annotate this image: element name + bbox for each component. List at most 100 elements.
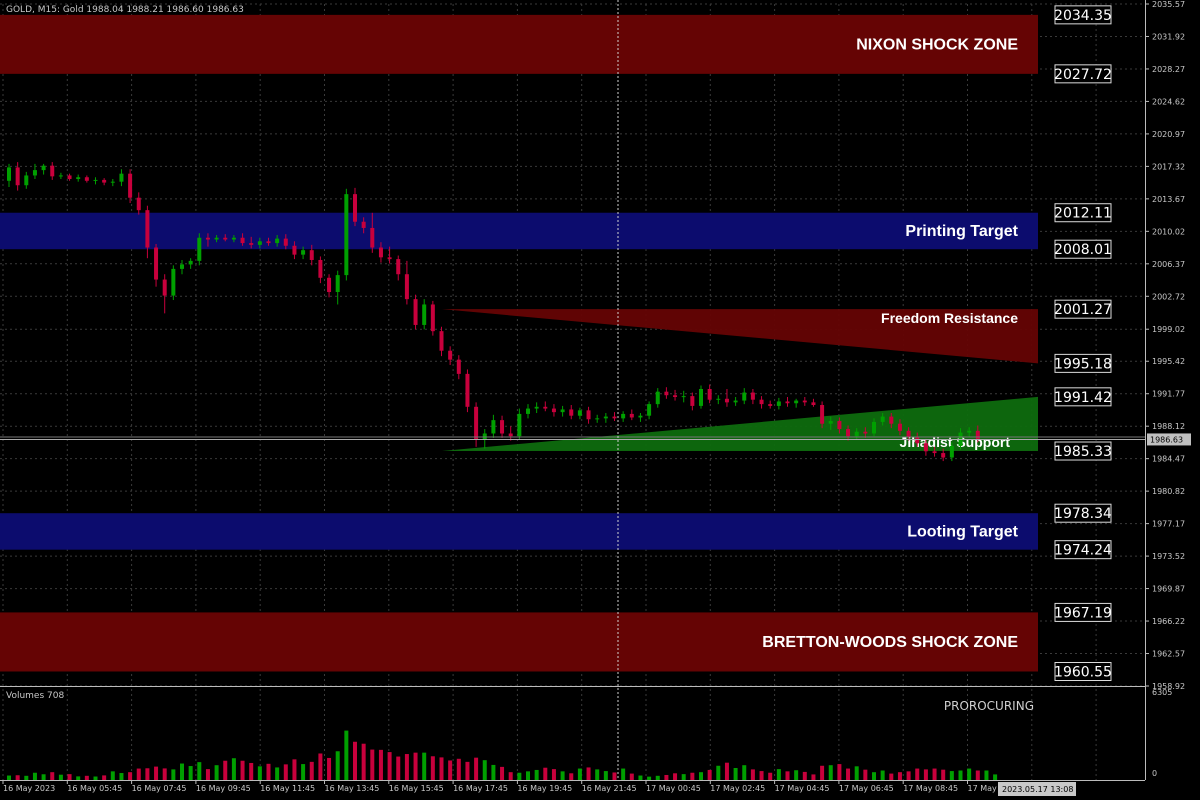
volume-bar [837,764,842,780]
volume-bar [482,760,487,780]
zone-label-bretton: BRETTON-WOODS SHOCK ZONE [762,634,1018,651]
candle-body [491,420,496,434]
candle-body [145,210,150,248]
y-tick-label: 2017.32 [1152,162,1185,171]
candle-body [595,418,600,420]
volume-bar [76,776,81,780]
candle-body [188,260,193,265]
volume-bar [180,763,184,780]
volume-bar [508,772,513,780]
volume-bar [932,768,937,780]
candle-body [50,165,55,177]
level-label-text: 2034.35 [1054,8,1112,24]
candle-body [673,395,678,398]
volume-bar [214,765,219,780]
volume-bar [638,775,643,780]
x-tick-label: 16 May 05:45 [67,784,122,793]
candle-body [949,445,954,458]
volume-bar [378,749,383,780]
volume-bar [335,751,340,780]
candle-body [664,391,669,396]
x-tick-label: 16 May 19:45 [517,784,572,793]
volume-bar [275,767,280,780]
volume-bar [301,764,306,780]
x-tick-label: 16 May 21:45 [582,784,637,793]
candle-body [327,277,332,293]
level-label-text: 2012.11 [1054,206,1112,222]
level-label-text: 1974.24 [1054,543,1112,559]
candle-body [58,175,63,177]
volume-bar [465,761,470,780]
volume-bar [543,767,548,780]
volume-bar [162,768,167,780]
candle-body [353,194,357,222]
volume-bar [716,765,721,780]
level-label-text: 1960.55 [1054,664,1112,680]
volume-bar [915,768,920,780]
volume-bar [119,773,124,780]
volume-bar [32,772,37,780]
volume-bar [534,769,539,780]
volume-bar [110,771,115,780]
candle-body [110,181,115,183]
x-tick-label: 17 May 08:45 [903,784,958,793]
candle-body [811,402,816,406]
volume-bar [750,769,755,780]
candle-body [846,429,851,437]
y-tick-label: 2035.57 [1152,0,1185,9]
symbol-info: GOLD, M15: Gold 1988.04 1988.21 1986.60 … [6,5,244,15]
candle-body [820,405,825,424]
candle-body [508,433,513,437]
x-tick-label: 17 May 00:45 [646,784,701,793]
candle-body [828,421,833,424]
candle-body [15,167,20,186]
volume-bar [439,757,444,780]
volume-bar [768,772,773,780]
volume-bar [802,771,807,780]
volume-bar [145,768,150,780]
candle-body [180,264,184,269]
candle-body [335,275,340,293]
candle-body [551,408,556,413]
volume-bar [897,772,902,780]
volume-bar [500,766,505,780]
channel-label-freedom: Freedom Resistance [881,310,1018,326]
zone-label-nixon: NIXON SHOCK ZONE [856,36,1018,53]
candle-body [422,304,427,325]
volume-bar [776,769,781,780]
volume-bar [759,771,764,780]
volume-bar [690,772,695,780]
volume-bar [266,763,271,780]
x-tick-label: 16 May 13:45 [325,784,380,793]
volume-bar [724,762,729,780]
candle-body [629,413,634,418]
volume-bar [231,758,236,780]
trading-chart[interactable]: NIXON SHOCK ZONE Printing Target Looting T… [0,0,1200,800]
volume-bar [197,762,202,780]
candle-body [456,359,461,374]
candle-body [872,421,876,434]
y-tick-label: 1995.42 [1152,357,1185,366]
volume-bar [647,776,652,780]
candle-body [915,437,920,444]
candle-body [67,175,72,180]
candle-body [439,331,444,351]
zone-label-looting: Looting Target [907,523,1018,540]
candle-body [344,194,349,276]
level-label-text: 1995.18 [1054,356,1112,372]
candle-body [136,197,141,211]
candle-body [750,392,755,400]
y-tick-label: 1984.47 [1152,455,1185,464]
candle-body [413,299,418,325]
volume-bar [188,766,193,780]
volume-bar [586,767,591,780]
candle-body [223,237,228,240]
x-tick-label: 16 May 17:45 [453,784,508,793]
volume-bar [612,772,617,780]
volume-bar [396,756,401,780]
volume-bar [7,775,11,780]
x-tick-label: 16 May 09:45 [196,784,251,793]
candle-body [768,404,773,406]
volume-bar [569,773,574,780]
y-tick-label: 2028.27 [1152,65,1185,74]
